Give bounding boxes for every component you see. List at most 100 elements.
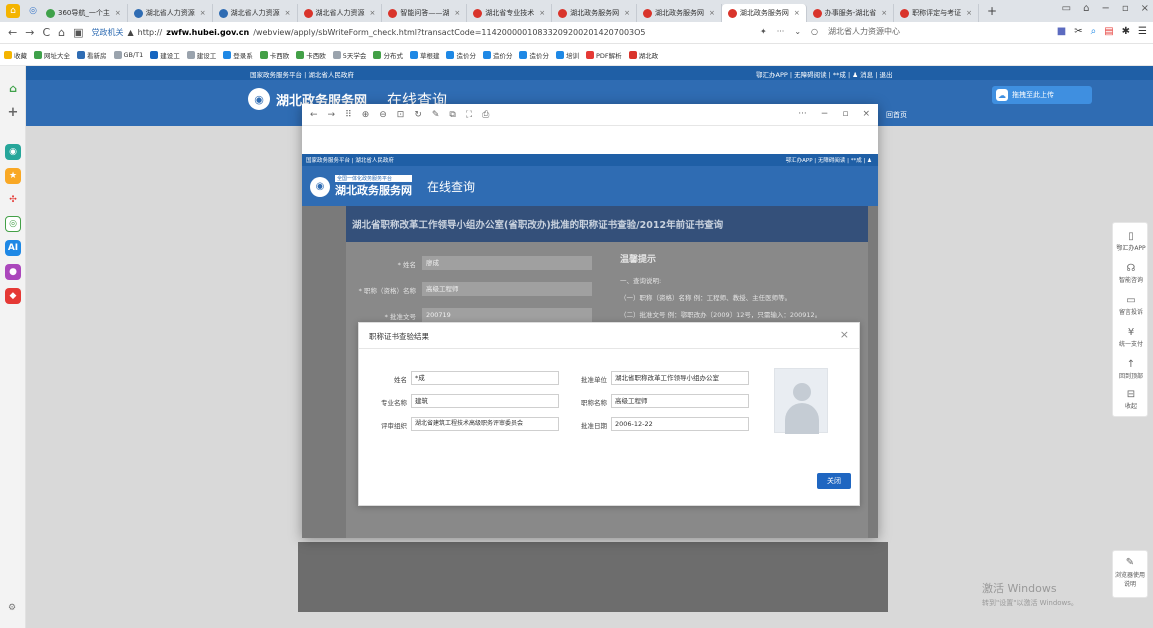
tab[interactable]: 湖北政务服务网 × (637, 4, 722, 22)
close-icon[interactable]: × (862, 109, 870, 119)
app-purple-icon[interactable]: ● (5, 264, 21, 280)
app-yellow-icon[interactable]: ★ (5, 168, 21, 184)
approval-unit-field[interactable]: 湖北省职称改革工作领导小组办公室 (611, 371, 749, 385)
browser-help-panel[interactable]: ✎ 浏览器使用说明 (1112, 550, 1148, 598)
app-blue-icon[interactable]: ◉ (5, 144, 21, 160)
title-input[interactable]: 高级工程师 (422, 282, 592, 296)
tab-active[interactable]: 湖北政务服务网 × (721, 4, 807, 22)
search-extension-icon[interactable]: ⌕ (1091, 26, 1097, 37)
tab[interactable]: 湖北政务服务网 × (552, 4, 637, 22)
tab[interactable]: 职称评定与考证 × (894, 4, 980, 22)
tab[interactable]: 湖北省专业技术 × (467, 4, 553, 22)
save-icon[interactable]: ⎙ (482, 110, 489, 120)
approval-date-field[interactable]: 2006-12-22 (611, 417, 749, 431)
settings-icon[interactable]: ⚙ (8, 603, 16, 613)
bookmark-item[interactable]: 收藏 (4, 50, 27, 60)
upload-button[interactable]: ☁ 拖拽至此上传 (992, 86, 1092, 104)
close-icon[interactable]: × (966, 9, 972, 17)
name-field[interactable]: *成 (411, 371, 559, 385)
chevron-down-icon[interactable]: ⌄ (794, 27, 801, 36)
close-icon[interactable]: × (624, 9, 630, 17)
close-icon[interactable]: × (794, 9, 800, 17)
new-tab-button[interactable]: + (979, 4, 1005, 18)
close-icon[interactable]: × (454, 9, 460, 17)
reload-icon[interactable]: C (42, 26, 50, 39)
tab[interactable]: 湖北省人力资源 × (213, 4, 298, 22)
search-input[interactable]: 湖北省人力资源中心 (828, 26, 1008, 37)
payment-item[interactable]: ¥ 统一支付 (1113, 327, 1149, 348)
bookmark-item[interactable]: 造价分 (482, 50, 512, 60)
fit-icon[interactable]: ⊡ (397, 110, 405, 120)
app-download-item[interactable]: ▯ 鄂汇办APP (1113, 231, 1149, 252)
bookmark-item[interactable]: 登录系 (223, 50, 253, 60)
bookmark-item[interactable]: 造价分 (446, 50, 476, 60)
menu-icon[interactable]: ☰ (1138, 26, 1147, 37)
bookmark-item[interactable]: PDF解析 (585, 50, 622, 60)
bookmark-item[interactable]: 5天学会 (332, 50, 366, 60)
add-sidebar-icon[interactable]: + (5, 104, 21, 120)
back-icon[interactable]: ← (310, 110, 318, 120)
extension-icon[interactable]: ■ (1057, 26, 1066, 37)
bookmark-item[interactable]: 建设工 (150, 50, 180, 60)
tab[interactable]: 办事服务-湖北省 × (807, 4, 895, 22)
tab[interactable]: 360导航_一个主 × (40, 4, 128, 22)
browser-shield-icon[interactable]: ◎ (26, 4, 40, 18)
back-icon[interactable]: ← (8, 26, 17, 39)
rotate-icon[interactable]: ↻ (414, 110, 422, 120)
maximize-icon[interactable]: ▫ (1122, 3, 1129, 14)
bookmark-item[interactable]: 看新房 (77, 50, 107, 60)
close-icon[interactable]: × (115, 9, 121, 17)
close-icon[interactable]: × (539, 9, 545, 17)
close-icon[interactable]: × (709, 9, 715, 17)
reader-icon[interactable]: ▤ (1104, 26, 1113, 37)
restore-tabs-icon[interactable]: ⌂ (1083, 3, 1089, 14)
top-links[interactable]: 国家政务服务平台 | 湖北省人民政府 (250, 69, 354, 79)
bookmark-item[interactable]: 卡西欧 (296, 50, 326, 60)
name-input[interactable]: 廖成 (422, 256, 592, 270)
zoom-out-icon[interactable]: ⊖ (379, 110, 387, 120)
speed-icon[interactable]: ✦ (760, 27, 767, 36)
consult-item[interactable]: ☊ 智能咨询 (1113, 263, 1149, 284)
back-home-link[interactable]: 回首页 (886, 110, 907, 120)
browser-logo-icon[interactable]: ⌂ (6, 4, 20, 18)
bookmark-item[interactable]: 分布式 (373, 50, 403, 60)
forward-icon[interactable]: → (25, 26, 34, 39)
bookmark-item[interactable]: 湖北政 (628, 50, 658, 60)
scissors-icon[interactable]: ✂ (1074, 26, 1082, 37)
edit-icon[interactable]: ✎ (432, 110, 440, 120)
expand-icon[interactable]: ⛶ (466, 110, 472, 120)
close-button[interactable]: 关闭 (817, 473, 851, 489)
app-colorful-icon[interactable]: ✣ (5, 192, 21, 208)
close-icon[interactable]: × (370, 9, 376, 17)
grid-icon[interactable]: ⠿ (345, 110, 352, 120)
major-field[interactable]: 建筑 (411, 394, 559, 408)
minimize-icon[interactable]: − (821, 109, 829, 119)
home-icon[interactable]: ⌂ (58, 26, 65, 39)
tab[interactable]: 湖北省人力资源 × (298, 4, 383, 22)
close-window-icon[interactable]: × (1141, 3, 1149, 14)
close-icon[interactable]: × (840, 328, 849, 341)
copy-icon[interactable]: ⧉ (449, 110, 455, 120)
title-field[interactable]: 高级工程师 (611, 394, 749, 408)
top-user-links[interactable]: 鄂汇办APP | 无障碍阅读 | **成 | ♟ 消息 | 退出 (756, 69, 892, 79)
bookmark-item[interactable]: 草根建 (409, 50, 439, 60)
close-icon[interactable]: × (200, 9, 206, 17)
zoom-in-icon[interactable]: ⊕ (362, 110, 370, 120)
url-field[interactable]: 党政机关 ▲ http://zwfw.hubei.gov.cn/webview/… (92, 27, 646, 38)
review-org-field[interactable]: 湖北省建筑工程技术高级职务评审委员会 (411, 417, 559, 431)
more-icon[interactable]: ··· (777, 27, 785, 36)
bookmark-icon[interactable]: ▣ (73, 26, 83, 39)
forward-icon[interactable]: → (328, 110, 336, 120)
back-to-top-item[interactable]: ↑ 回到顶部 (1113, 359, 1149, 380)
tab[interactable]: 智能问答——湖 × (382, 4, 468, 22)
home-sidebar-icon[interactable]: ⌂ (5, 80, 21, 96)
minimize-icon[interactable]: − (1101, 3, 1109, 14)
bookmark-item[interactable]: 网址大全 (34, 50, 70, 60)
collapse-item[interactable]: ⊟ 收起 (1113, 389, 1149, 410)
doc-number-input[interactable]: 200719 (422, 308, 592, 322)
complaint-item[interactable]: ▭ 留言投诉 (1113, 295, 1149, 316)
tab[interactable]: 湖北省人力资源 × (128, 4, 213, 22)
app-circle-icon[interactable]: ◎ (5, 216, 21, 232)
bookmark-item[interactable]: 卡西欧 (259, 50, 289, 60)
tab-list-icon[interactable]: ▭ (1062, 3, 1071, 14)
